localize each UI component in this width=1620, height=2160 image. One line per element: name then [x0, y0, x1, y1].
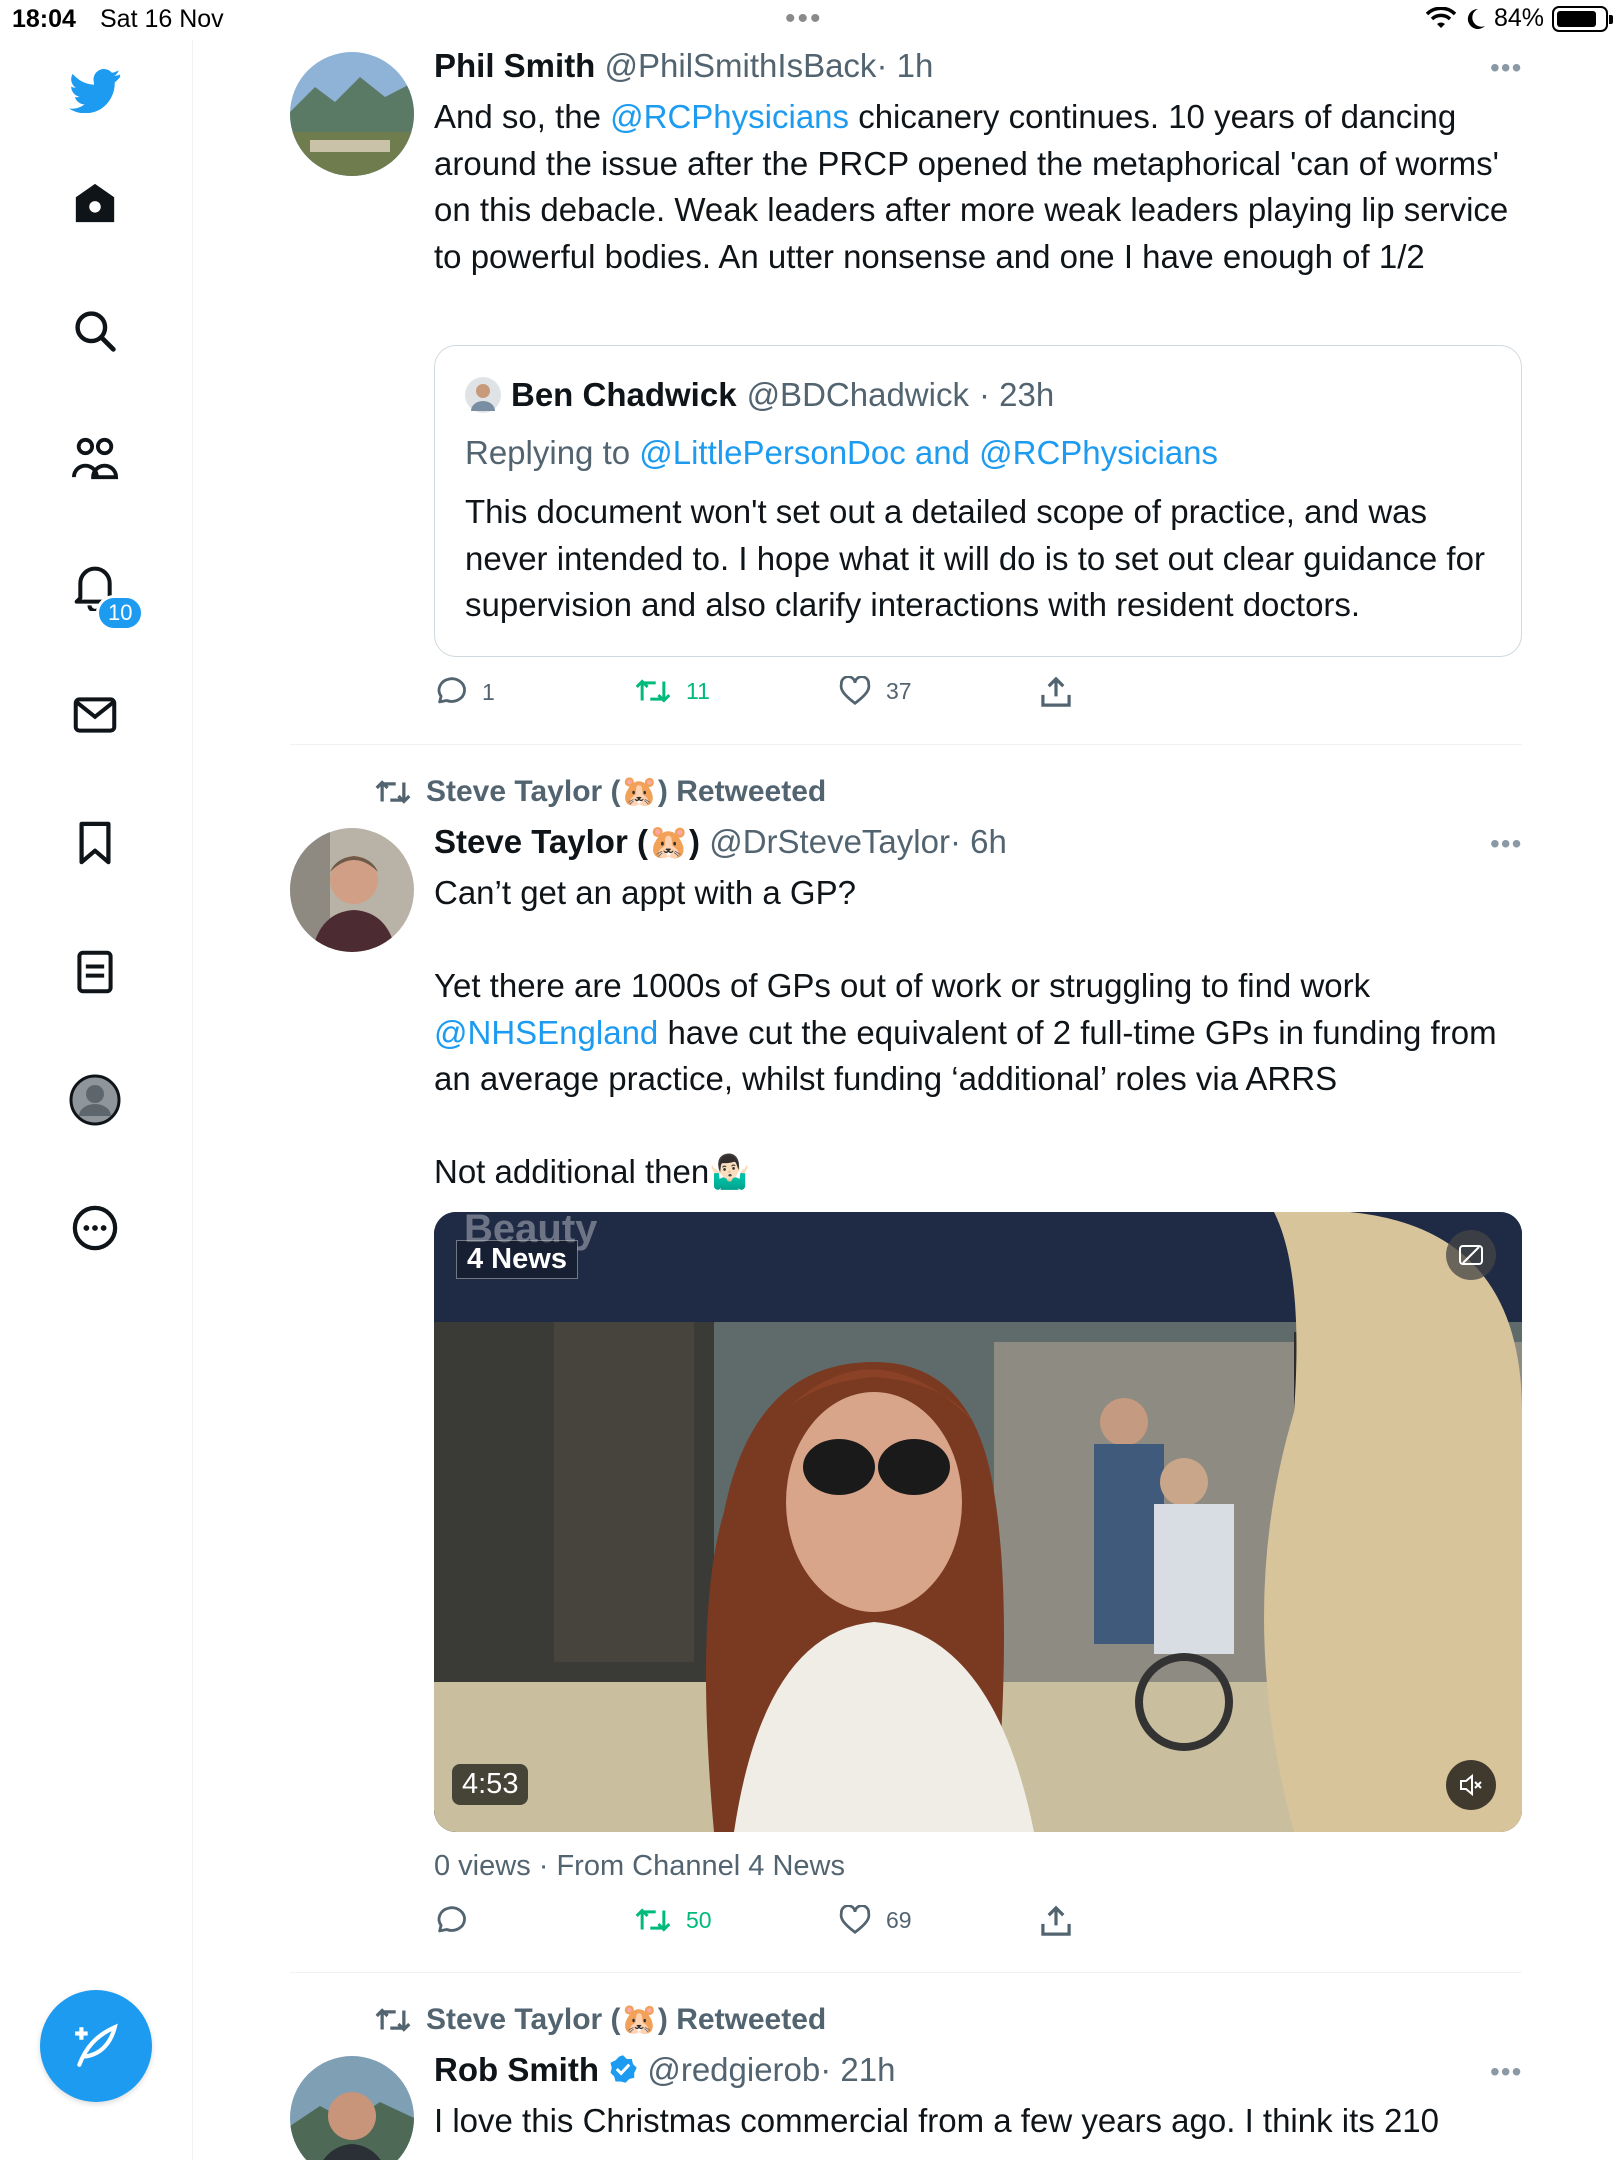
share-icon	[1041, 1905, 1071, 1936]
clock: 18:04	[12, 5, 76, 33]
share-button[interactable]	[1040, 676, 1072, 708]
tweet-text: Can’t get an appt with a GP? Yet there a…	[434, 870, 1524, 1196]
heart-icon	[839, 676, 871, 705]
quote-time: · 23h	[978, 376, 1055, 413]
quote-author-name[interactable]: Ben Chadwick	[511, 376, 737, 414]
reply-count: 1	[482, 678, 495, 705]
tweet-time[interactable]: · 1h	[876, 47, 933, 84]
retweet-count: 11	[686, 677, 710, 704]
share-button[interactable]	[1040, 1905, 1072, 1937]
moon-icon	[1467, 8, 1485, 29]
quote-author-handle[interactable]: @BDChadwick	[747, 376, 969, 414]
tweet-header: Steve Taylor (🐹) @DrSteveTaylor· 6h	[434, 823, 1007, 862]
like-button[interactable]: 37	[838, 676, 912, 706]
like-count: 69	[886, 1906, 912, 1933]
retweeted-by-label: Steve Taylor (🐹) Retweeted	[426, 2003, 827, 2036]
channel4-news-logo: 4 News	[456, 1240, 578, 1279]
tweet-line: Can’t get an appt with a GP?	[434, 874, 856, 911]
verified-badge-icon	[610, 2055, 637, 2083]
author-name[interactable]: Rob Smith	[434, 2051, 599, 2088]
wifi-icon	[1425, 6, 1456, 28]
tweet-paragraph: @NHSEngland have cut the equivalent of 2…	[434, 1013, 1497, 1098]
retweet-count: 50	[686, 1906, 712, 1933]
more-icon[interactable]: •••	[1490, 828, 1522, 860]
author-name[interactable]: Steve Taylor (🐹)	[434, 823, 700, 860]
replying-to-users[interactable]: @LittlePersonDoc and @RCPhysicians	[639, 434, 1218, 471]
communities-icon[interactable]	[66, 429, 124, 487]
mute-toggle-icon[interactable]	[1446, 1760, 1496, 1810]
mention-link[interactable]: @RCPhysicians	[610, 98, 849, 135]
tweet-time[interactable]: · 6h	[950, 823, 1007, 860]
compose-tweet-button[interactable]	[40, 1990, 152, 2102]
date: Sat 16 Nov	[100, 5, 224, 33]
video-views-source: 0 views · From Channel 4 News	[434, 1850, 845, 1882]
quote-text: This document won't set out a detailed s…	[465, 493, 1485, 623]
tweet-header: Phil Smith @PhilSmithIsBack· 1h	[434, 47, 933, 85]
video-player[interactable]: Beauty 4 News 4:53	[434, 1212, 1522, 1832]
notification-count-badge: 10	[96, 595, 145, 631]
captions-icon[interactable]	[1446, 1230, 1496, 1280]
tweet-time[interactable]: · 21h	[820, 2051, 895, 2088]
share-icon	[1041, 676, 1071, 707]
tweet-actions: 1 11 37	[434, 676, 1134, 716]
tweet-actions: 50 69	[434, 1905, 1134, 1945]
retweet-icon	[375, 779, 411, 804]
video-duration: 4:53	[452, 1764, 529, 1805]
more-icon[interactable]: •••	[1490, 52, 1522, 84]
video-thumbnail: Beauty	[434, 1212, 1522, 1832]
more-options-icon[interactable]	[66, 1199, 124, 1257]
heart-icon	[839, 1905, 871, 1934]
compose-feather-icon	[75, 2023, 118, 2067]
like-count: 37	[886, 677, 912, 704]
tweet-header: Rob Smith @redgierob· 21h	[434, 2051, 895, 2089]
reply-icon	[437, 677, 466, 704]
author-handle[interactable]: @DrSteveTaylor	[709, 823, 950, 860]
quote-header: Ben Chadwick @BDChadwick · 23h	[465, 376, 1054, 414]
bookmarks-icon[interactable]	[66, 814, 124, 872]
home-icon[interactable]	[66, 174, 124, 232]
tweet-text: I love this Christmas commercial from a …	[434, 2102, 1440, 2139]
more-icon[interactable]: •••	[1490, 2056, 1522, 2088]
tweet-divider	[290, 744, 1522, 745]
reply-button[interactable]: 1	[434, 676, 495, 708]
retweet-icon	[635, 1908, 671, 1932]
retweeted-by-label: Steve Taylor (🐹) Retweeted	[426, 775, 827, 808]
profile-icon[interactable]	[66, 1071, 124, 1129]
retweet-icon	[635, 679, 671, 703]
avatar[interactable]	[290, 52, 414, 176]
retweet-icon	[375, 2007, 411, 2032]
author-handle[interactable]: @PhilSmithIsBack	[605, 47, 877, 84]
replying-to: Replying to @LittlePersonDoc and @RCPhys…	[465, 434, 1219, 471]
battery-percent: 84%	[1493, 4, 1544, 32]
twitter-logo-icon[interactable]	[66, 62, 124, 120]
avatar[interactable]	[290, 828, 414, 952]
retweet-button[interactable]: 50	[634, 1905, 712, 1935]
tweet-text: And so, the @RCPhysicians chicanery cont…	[434, 98, 1509, 275]
search-icon[interactable]	[66, 302, 124, 360]
sidebar: 10	[0, 40, 193, 2160]
retweeted-by[interactable]: Steve Taylor (🐹) Retweeted	[374, 2002, 826, 2037]
lists-icon[interactable]	[66, 943, 124, 1001]
quoted-tweet[interactable]: Ben Chadwick @BDChadwick · 23h Replying t…	[434, 345, 1522, 657]
author-name[interactable]: Phil Smith	[434, 47, 595, 84]
tweet-line: Yet there are 1000s of GPs out of work o…	[434, 967, 1371, 1004]
author-handle[interactable]: @redgierob	[647, 2051, 820, 2088]
reply-icon	[437, 1906, 466, 1933]
multitasking-dots-icon[interactable]: •••	[785, 2, 823, 36]
mention-link[interactable]: @NHSEngland	[434, 1014, 658, 1051]
status-bar: 18:04 Sat 16 Nov ••• 84%	[0, 0, 1620, 40]
retweet-button[interactable]: 11	[634, 676, 710, 706]
messages-icon[interactable]	[66, 686, 124, 744]
like-button[interactable]: 69	[838, 1905, 912, 1935]
battery-icon	[1552, 5, 1613, 32]
avatar[interactable]	[290, 2056, 414, 2160]
reply-button[interactable]	[434, 1905, 468, 1937]
tweet-line: Not additional then🤷🏻‍♂️	[434, 1153, 751, 1190]
retweeted-by[interactable]: Steve Taylor (🐹) Retweeted	[374, 774, 826, 809]
quote-avatar[interactable]	[465, 377, 501, 413]
tweet-divider	[290, 1972, 1522, 1973]
status-right: 84%	[1425, 4, 1613, 33]
